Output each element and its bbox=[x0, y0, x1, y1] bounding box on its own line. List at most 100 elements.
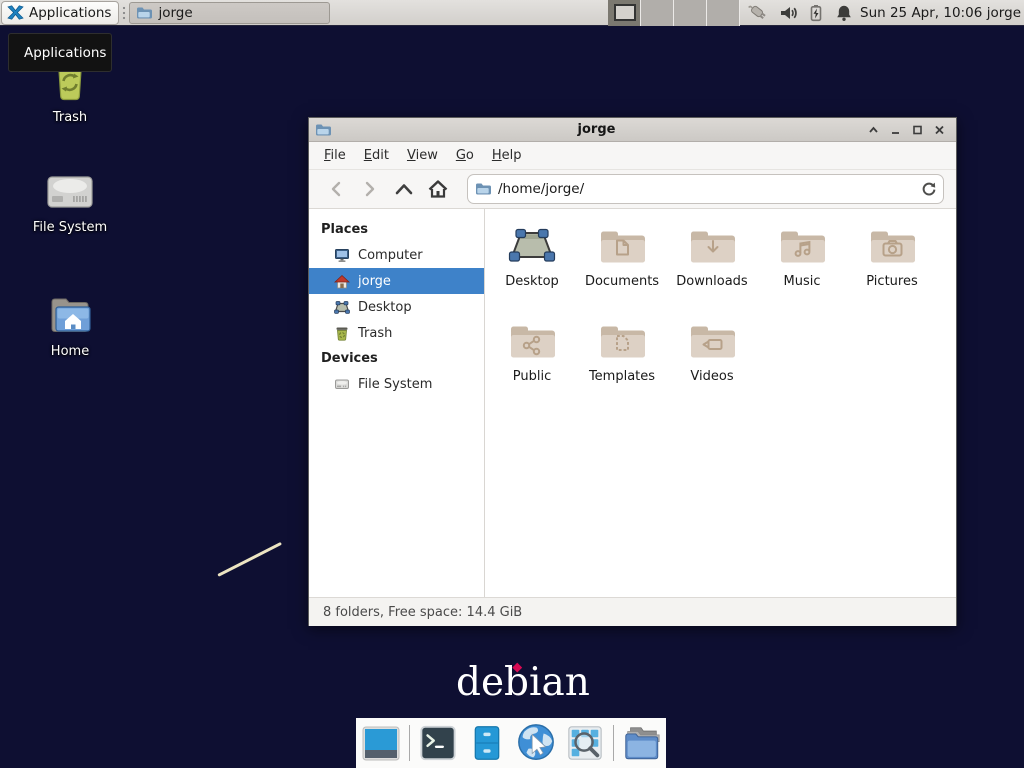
home-icon bbox=[334, 274, 350, 289]
folder-label: Downloads bbox=[667, 274, 757, 289]
menu-help[interactable]: Help bbox=[483, 144, 531, 167]
window-titlebar[interactable]: jorge bbox=[309, 118, 956, 142]
sidebar-item-label: Trash bbox=[358, 326, 392, 341]
folder-item-templates[interactable]: Templates bbox=[577, 320, 667, 415]
desktop-icon-file-system[interactable]: File System bbox=[0, 174, 140, 235]
pictures-folder-icon bbox=[868, 225, 916, 267]
tooltip-text: Applications bbox=[24, 45, 106, 61]
web-browser-globe-icon bbox=[515, 721, 557, 765]
workspace-1[interactable] bbox=[608, 0, 641, 26]
folder-item-public[interactable]: Public bbox=[487, 320, 577, 415]
menu-view[interactable]: View bbox=[398, 144, 447, 167]
files-folder-icon bbox=[621, 723, 663, 763]
window-title: jorge bbox=[331, 122, 862, 137]
volume-icon[interactable] bbox=[780, 4, 797, 22]
sidebar-item-trash[interactable]: Trash bbox=[309, 320, 484, 346]
terminal-icon bbox=[419, 724, 457, 762]
sidebar-item-computer[interactable]: Computer bbox=[309, 242, 484, 268]
dock-terminal-button[interactable] bbox=[417, 722, 459, 764]
sidebar-item-file-system[interactable]: File System bbox=[309, 371, 484, 397]
dock-separator bbox=[613, 725, 614, 761]
panel-clock[interactable]: Sun 25 Apr, 10:06 bbox=[860, 0, 982, 26]
panel-username: jorge bbox=[987, 0, 1021, 26]
dock-separator bbox=[409, 725, 410, 761]
documents-folder-icon bbox=[598, 225, 646, 267]
dock-app-finder-button[interactable] bbox=[564, 722, 606, 764]
clock-text: Sun 25 Apr, 10:06 bbox=[860, 5, 982, 21]
maximize-button[interactable] bbox=[906, 120, 928, 140]
desktop-icon bbox=[334, 300, 350, 315]
folder-label: Public bbox=[487, 369, 577, 384]
menubar: File Edit View Go Help bbox=[309, 142, 956, 169]
taskbar-window-label: jorge bbox=[158, 5, 192, 21]
folder-item-downloads[interactable]: Downloads bbox=[667, 225, 757, 320]
statusbar: 8 folders, Free space: 14.4 GiB bbox=[309, 597, 956, 626]
desktop-scratch-line bbox=[217, 542, 282, 577]
desktop-icon-label: Home bbox=[0, 344, 140, 359]
folder-label: Templates bbox=[577, 369, 667, 384]
home-button[interactable] bbox=[423, 174, 453, 204]
desktop-icon-label: Trash bbox=[0, 110, 140, 125]
panel-grip-handle[interactable] bbox=[121, 5, 127, 21]
sidebar-item-jorge[interactable]: jorge bbox=[309, 268, 484, 294]
toolbar bbox=[309, 169, 956, 209]
menu-file[interactable]: File bbox=[315, 144, 355, 167]
folder-item-documents[interactable]: Documents bbox=[577, 225, 667, 320]
forward-button[interactable] bbox=[355, 174, 385, 204]
folder-label: Music bbox=[757, 274, 847, 289]
templates-folder-icon bbox=[598, 320, 646, 362]
dock-file-manager-button[interactable] bbox=[466, 722, 508, 764]
location-bar bbox=[467, 174, 944, 204]
taskbar-window-button[interactable]: jorge bbox=[129, 2, 330, 24]
window-body: Places Computer jorge bbox=[309, 209, 956, 597]
location-folder-icon bbox=[475, 182, 491, 196]
power-plug-icon[interactable] bbox=[748, 3, 770, 23]
dock-web-browser-button[interactable] bbox=[515, 722, 557, 764]
sidebar-places-header: Places bbox=[309, 217, 484, 242]
folder-label: Documents bbox=[577, 274, 667, 289]
show-desktop-icon bbox=[361, 723, 401, 763]
menu-go[interactable]: Go bbox=[447, 144, 483, 167]
dock-show-desktop-button[interactable] bbox=[360, 722, 402, 764]
workspace-2[interactable] bbox=[641, 0, 674, 26]
computer-icon bbox=[334, 248, 350, 263]
trash-small-icon bbox=[334, 326, 350, 341]
desktop-icon-home[interactable]: Home bbox=[0, 294, 140, 359]
workspace-4[interactable] bbox=[707, 0, 740, 26]
status-text: 8 folders, Free space: 14.4 GiB bbox=[323, 605, 522, 620]
folder-item-desktop[interactable]: Desktop bbox=[487, 225, 577, 320]
close-button[interactable] bbox=[928, 120, 950, 140]
downloads-folder-icon bbox=[688, 225, 736, 267]
drive-icon bbox=[334, 377, 350, 391]
back-button[interactable] bbox=[321, 174, 351, 204]
public-folder-icon bbox=[508, 320, 556, 362]
dock-files-folder-button[interactable] bbox=[621, 722, 663, 764]
battery-charging-icon[interactable] bbox=[807, 4, 825, 22]
file-cabinet-icon bbox=[469, 723, 505, 763]
folder-icon bbox=[136, 6, 152, 20]
debian-logo-text: debian bbox=[456, 660, 590, 705]
debian-logo: debian bbox=[456, 660, 590, 705]
applications-menu-button[interactable]: Applications bbox=[1, 1, 119, 25]
location-input[interactable] bbox=[467, 174, 944, 204]
folder-item-music[interactable]: Music bbox=[757, 225, 847, 320]
notification-bell-icon[interactable] bbox=[835, 4, 853, 22]
reload-icon[interactable] bbox=[921, 181, 937, 197]
menu-edit[interactable]: Edit bbox=[355, 144, 398, 167]
app-finder-icon bbox=[566, 724, 604, 762]
folder-item-videos[interactable]: Videos bbox=[667, 320, 757, 415]
desktop-icon-label: File System bbox=[0, 220, 140, 235]
folder-label: Pictures bbox=[847, 274, 937, 289]
folder-label: Videos bbox=[667, 369, 757, 384]
workspace-3[interactable] bbox=[674, 0, 707, 26]
desktop-special-icon bbox=[508, 225, 556, 267]
workspace-window-thumbnail bbox=[614, 4, 636, 21]
shade-button[interactable] bbox=[862, 120, 884, 140]
up-button[interactable] bbox=[389, 174, 419, 204]
videos-folder-icon bbox=[688, 320, 736, 362]
minimize-button[interactable] bbox=[884, 120, 906, 140]
sidebar-item-label: File System bbox=[358, 377, 432, 392]
sidebar-item-desktop[interactable]: Desktop bbox=[309, 294, 484, 320]
hard-drive-icon bbox=[46, 174, 94, 212]
folder-item-pictures[interactable]: Pictures bbox=[847, 225, 937, 320]
